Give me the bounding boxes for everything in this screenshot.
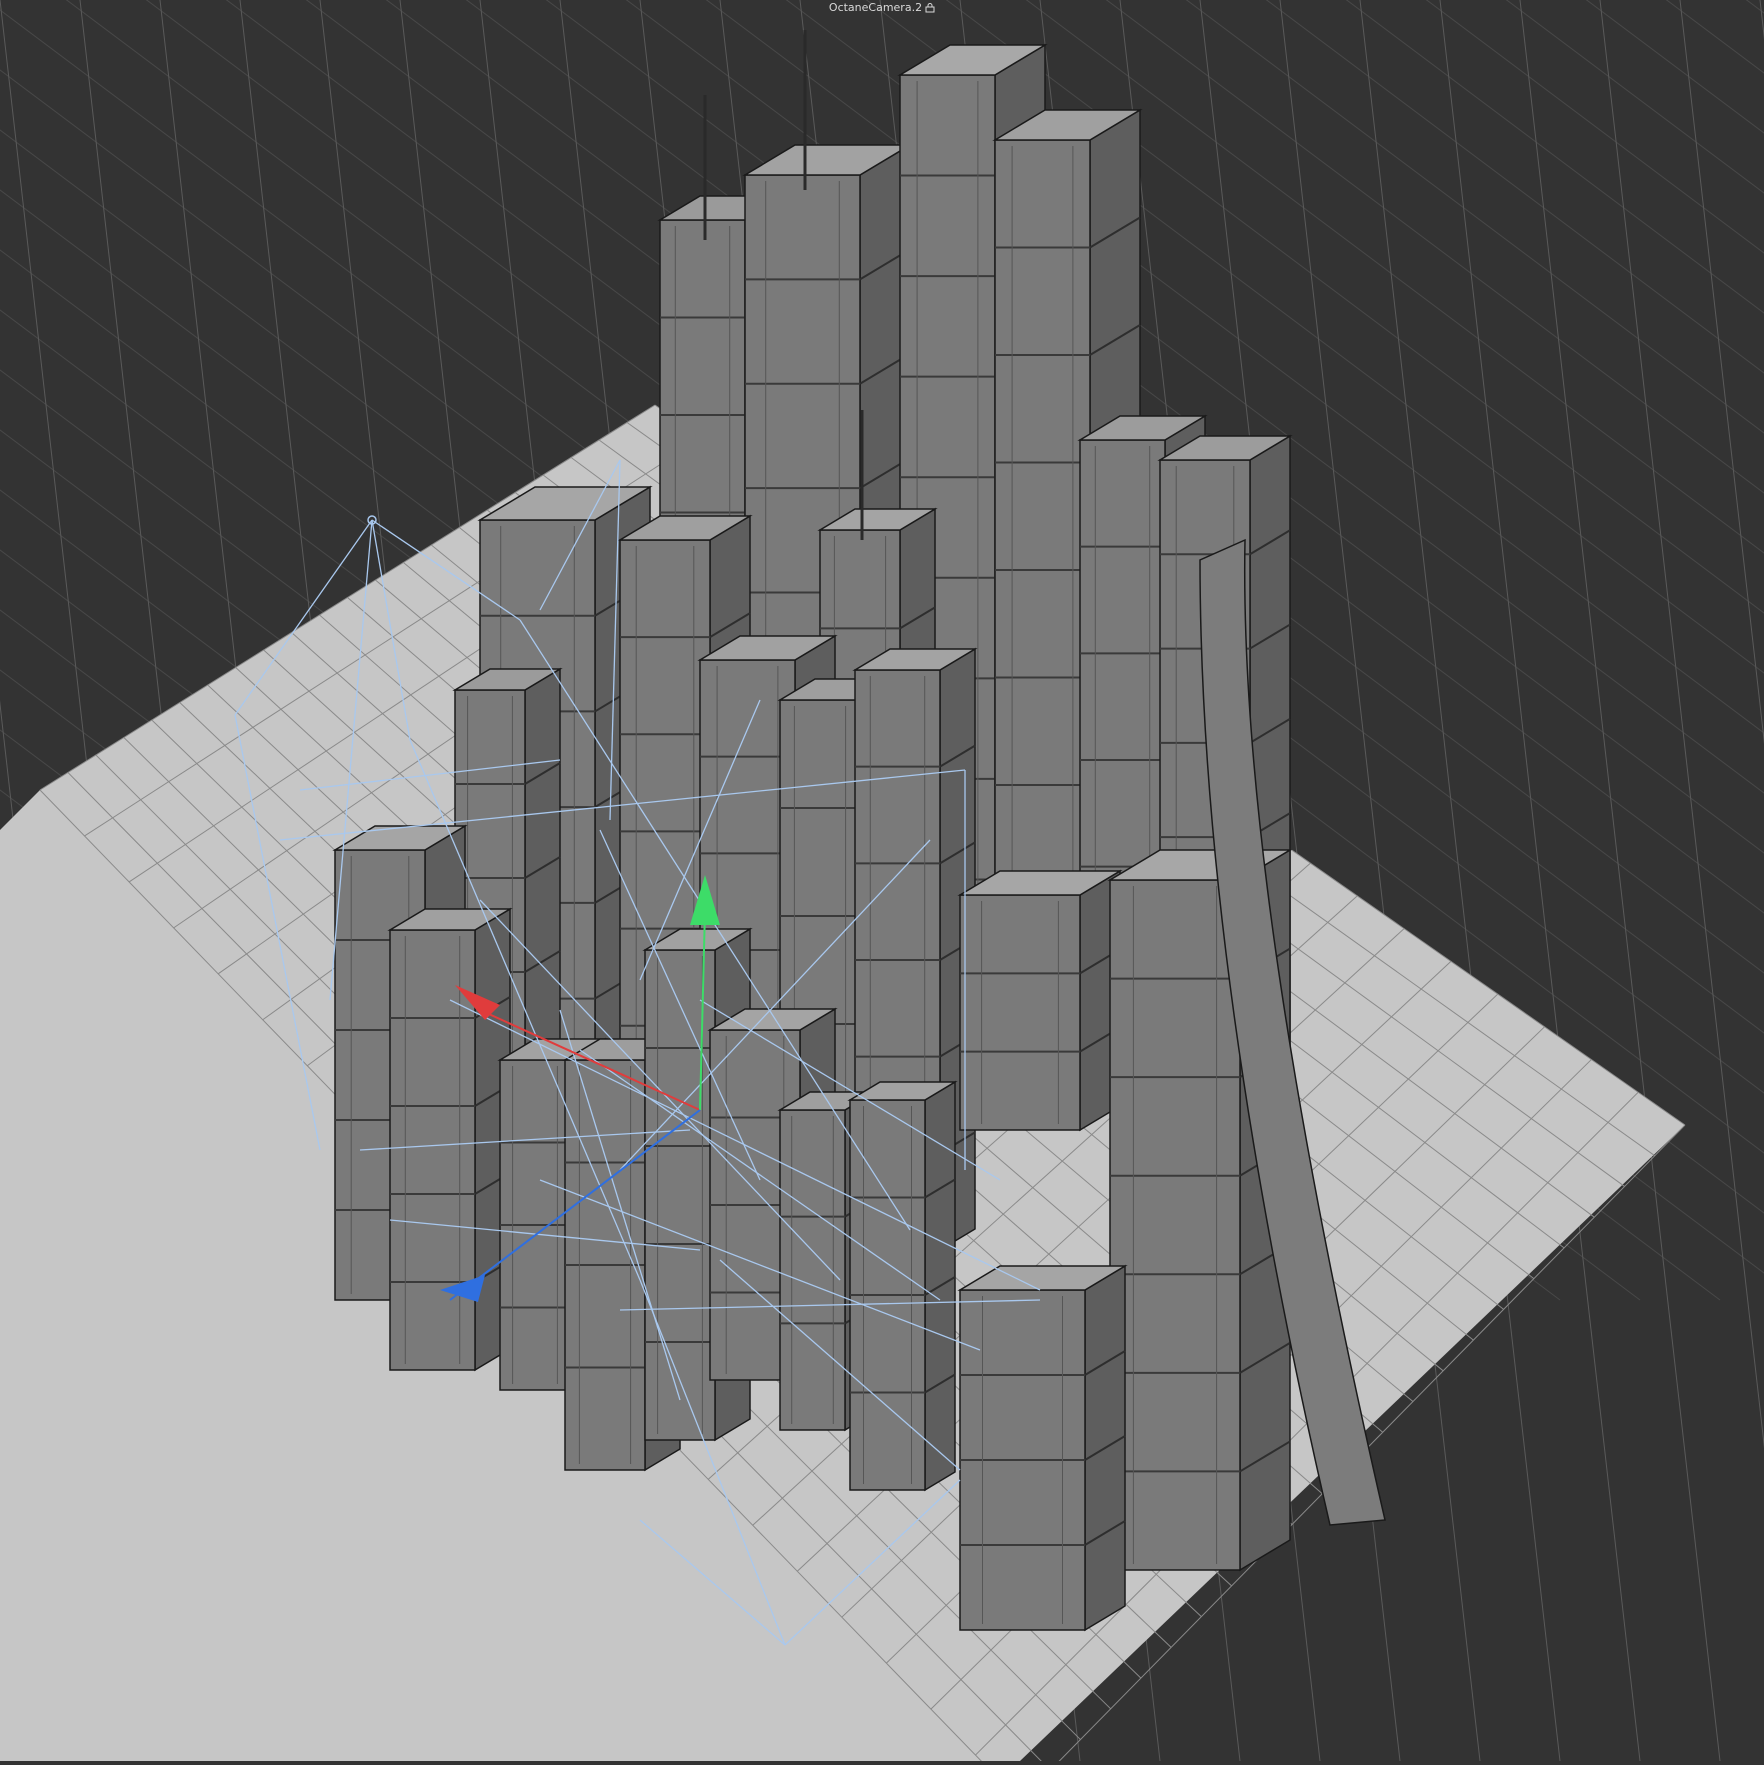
building[interactable] [387,907,513,1372]
building-front [1109,879,1241,1571]
building-front [959,894,1081,1131]
building-front [644,949,716,1441]
building-front [779,1109,846,1431]
building[interactable] [957,1264,1128,1632]
viewport-canvas[interactable] [0,0,1764,1765]
building[interactable] [957,869,1123,1132]
camera-name[interactable]: OctaneCamera.2 [829,1,922,14]
camera-lock-icon[interactable] [925,2,935,13]
building-front [389,929,476,1371]
3d-viewport[interactable]: OctaneCamera.2 [0,0,1764,1765]
camera-label-bar: OctaneCamera.2 [0,1,1764,14]
